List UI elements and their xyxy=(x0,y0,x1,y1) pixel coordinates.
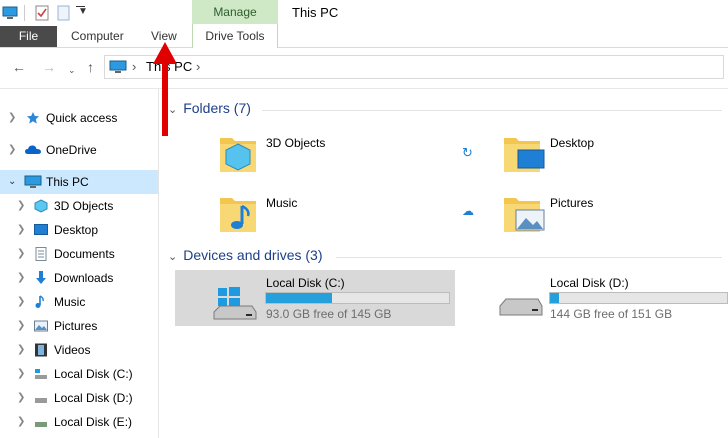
cloud-icon xyxy=(25,145,41,154)
computer-icon xyxy=(2,6,18,19)
group-divider xyxy=(336,257,722,258)
tab-file[interactable]: File xyxy=(0,26,57,47)
properties-icon[interactable] xyxy=(35,5,49,21)
tab-drive-tools[interactable]: Drive Tools xyxy=(192,24,278,48)
chevron-right-icon[interactable]: ❯ xyxy=(17,338,25,362)
chevron-down-icon[interactable]: ⌄ xyxy=(168,251,177,263)
chevron-right-icon[interactable]: ❯ xyxy=(17,386,25,410)
nav-item-music[interactable]: ❯ Music xyxy=(0,290,158,314)
drive-windows-icon xyxy=(35,369,47,379)
window-title: This PC xyxy=(292,5,339,20)
nav-item-label: This PC xyxy=(46,175,89,189)
nav-item-desktop[interactable]: ❯ Desktop xyxy=(0,218,158,242)
group-header-devices[interactable]: ⌄ Devices and drives (3) xyxy=(168,247,323,263)
tab-computer[interactable]: Computer xyxy=(71,26,124,47)
drive-free-space: 93.0 GB free of 145 GB xyxy=(266,307,392,321)
nav-item-label: Local Disk (C:) xyxy=(54,367,133,381)
drive-windows-icon xyxy=(213,287,257,320)
film-icon xyxy=(35,343,47,357)
nav-item-local-disk-c[interactable]: ❯ Local Disk (C:) xyxy=(0,362,158,386)
folder-music-icon[interactable] xyxy=(218,190,258,234)
chevron-right-icon[interactable]: ❯ xyxy=(8,106,16,130)
nav-item-local-disk-e[interactable]: ❯ Local Disk (E:) xyxy=(0,410,158,434)
sync-icon: ↻ xyxy=(462,145,473,160)
forward-arrow-icon[interactable]: → xyxy=(42,60,56,74)
cloud-status-icon: ☁ xyxy=(462,204,474,218)
nav-item-documents[interactable]: ❯ Documents xyxy=(0,242,158,266)
nav-item-label: OneDrive xyxy=(46,143,97,157)
nav-item-pictures[interactable]: ❯ Pictures xyxy=(0,314,158,338)
group-header-folders[interactable]: ⌄ Folders (7) xyxy=(168,100,251,116)
picture-icon xyxy=(34,320,48,332)
drive-usage-fill xyxy=(266,293,332,303)
chevron-right-icon[interactable]: ❯ xyxy=(17,194,25,218)
group-title: Folders (7) xyxy=(183,100,251,116)
nav-item-label: Local Disk (D:) xyxy=(54,391,133,405)
chevron-right-icon[interactable]: ❯ xyxy=(17,314,25,338)
drive-icon xyxy=(35,422,47,427)
drive-icon xyxy=(35,398,47,403)
nav-item-label: Music xyxy=(54,295,86,309)
chevron-right-icon[interactable]: ❯ xyxy=(17,218,25,242)
nav-item-onedrive[interactable]: ❯ OneDrive xyxy=(0,138,158,162)
up-arrow-icon[interactable]: ↑ xyxy=(87,60,94,74)
nav-item-label: Videos xyxy=(54,343,91,357)
customize-toolbar-icon[interactable]: ▼ xyxy=(78,6,88,17)
nav-item-3d-objects[interactable]: ❯ 3D Objects xyxy=(0,194,158,218)
chevron-right-icon[interactable]: ❯ xyxy=(8,138,16,162)
nav-item-local-disk-d[interactable]: ❯ Local Disk (D:) xyxy=(0,386,158,410)
desktop-icon xyxy=(34,224,48,235)
chevron-right-icon[interactable]: ❯ xyxy=(17,290,25,314)
drive-usage-bar-c xyxy=(265,292,450,304)
nav-item-label: 3D Objects xyxy=(54,199,114,213)
folder-name[interactable]: 3D Objects xyxy=(266,136,325,150)
folder-name[interactable]: Music xyxy=(266,196,297,210)
folder-desktop-icon[interactable] xyxy=(502,130,546,174)
new-folder-icon[interactable] xyxy=(57,5,71,21)
folder-name[interactable]: Pictures xyxy=(550,196,593,210)
recent-locations-chevron-icon[interactable]: ⌄ xyxy=(68,63,76,77)
folder-3d-objects-icon[interactable] xyxy=(218,130,258,174)
red-annotation-arrow-icon xyxy=(153,42,177,136)
nav-item-label: Pictures xyxy=(54,319,98,333)
nav-item-label: Local Disk (E:) xyxy=(54,415,133,429)
manage-tab[interactable]: Manage xyxy=(192,0,278,24)
music-note-icon xyxy=(35,295,44,308)
chevron-down-icon[interactable]: ⌄ xyxy=(8,170,16,194)
drive-free-space: 144 GB free of 151 GB xyxy=(550,307,673,321)
drive-name[interactable]: Local Disk (D:) xyxy=(550,276,629,290)
breadcrumb-chevron[interactable]: › xyxy=(196,59,200,74)
nav-item-quick-access[interactable]: ❯ Quick access xyxy=(0,106,158,130)
nav-item-label: Desktop xyxy=(54,223,99,237)
this-pc-icon xyxy=(24,175,42,188)
back-arrow-icon[interactable]: ← xyxy=(12,60,26,74)
nav-item-label: Quick access xyxy=(46,111,118,125)
nav-item-label: Documents xyxy=(54,247,115,261)
nav-item-this-pc[interactable]: ⌄ This PC xyxy=(0,170,158,194)
download-arrow-icon xyxy=(36,271,46,284)
drive-usage-bar-d xyxy=(549,292,728,304)
nav-item-videos[interactable]: ❯ Videos xyxy=(0,338,158,362)
group-title: Devices and drives (3) xyxy=(183,247,323,263)
document-icon xyxy=(35,247,47,261)
chevron-right-icon[interactable]: ❯ xyxy=(17,266,25,290)
folder-pictures-icon[interactable] xyxy=(502,190,546,234)
group-divider xyxy=(262,110,722,111)
chevron-right-icon[interactable]: ❯ xyxy=(17,410,25,434)
chevron-right-icon[interactable]: ❯ xyxy=(17,242,25,266)
chevron-right-icon[interactable]: ❯ xyxy=(17,362,25,386)
breadcrumb-separator[interactable]: › xyxy=(132,59,136,74)
folder-name[interactable]: Desktop xyxy=(550,136,594,150)
cube-icon xyxy=(34,199,48,213)
title-bar xyxy=(0,0,728,26)
drive-usage-fill xyxy=(550,293,559,303)
star-icon xyxy=(27,112,39,124)
nav-item-label: Downloads xyxy=(54,271,114,285)
drive-name[interactable]: Local Disk (C:) xyxy=(266,276,345,290)
this-pc-icon xyxy=(109,60,127,73)
nav-item-downloads[interactable]: ❯ Downloads xyxy=(0,266,158,290)
drive-icon xyxy=(499,298,543,316)
